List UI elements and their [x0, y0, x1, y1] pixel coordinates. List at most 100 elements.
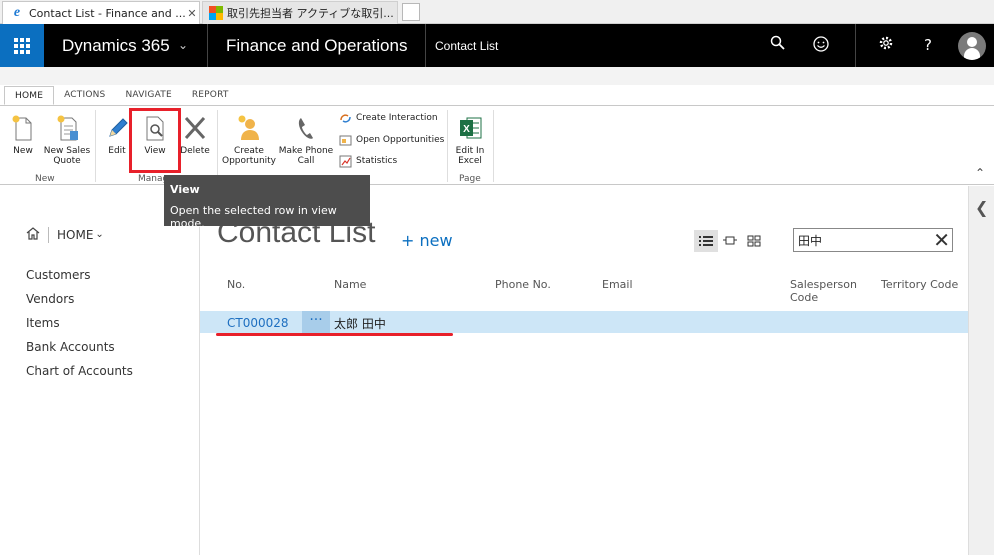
make-phone-call-label-1: Make Phone	[278, 146, 334, 156]
tooltip-title: View	[170, 183, 200, 196]
statistics-button[interactable]: Statistics	[339, 153, 397, 169]
annotation-underline	[216, 333, 453, 336]
nav-item-chart-of-accounts[interactable]: Chart of Accounts	[26, 364, 133, 378]
ribbon-tab-report[interactable]: REPORT	[182, 86, 239, 105]
row-menu-button[interactable]: ···	[302, 311, 330, 333]
header-divider	[425, 24, 426, 67]
main-content: Contact List + new 田中 ✕ No. Name Phone N…	[200, 186, 968, 555]
browser-tabstrip: e Contact List - Finance and ... ✕ 取引先担当…	[0, 0, 994, 24]
create-opportunity-button[interactable]: Create Opportunity	[222, 114, 276, 166]
pencil-icon	[104, 114, 130, 142]
chevron-down-icon[interactable]: ⌄	[178, 38, 188, 52]
ribbon-group-divider	[493, 110, 494, 182]
edit-button[interactable]: Edit	[103, 114, 131, 156]
ribbon-group-page-label: Page	[459, 174, 481, 184]
new-label: New	[13, 146, 33, 156]
details-view-icon[interactable]	[718, 230, 742, 252]
make-phone-call-button[interactable]: Make Phone Call	[278, 114, 334, 166]
tooltip-body: Open the selected row in view mode.	[170, 204, 337, 230]
column-header-no[interactable]: No.	[227, 278, 245, 291]
home-breadcrumb[interactable]: HOME ⌄	[26, 226, 104, 243]
interaction-icon	[339, 112, 352, 125]
new-button[interactable]: New	[8, 114, 38, 156]
column-header-name[interactable]: Name	[334, 278, 366, 291]
nav-item-vendors[interactable]: Vendors	[26, 292, 74, 306]
brand-name[interactable]: Dynamics 365	[62, 36, 170, 56]
new-tab-button[interactable]	[402, 3, 420, 21]
table-row[interactable]: CT000028 ··· 太郎 田中	[200, 311, 968, 333]
open-opportunities-label: Open Opportunities	[356, 135, 445, 145]
column-header-salesperson-1: Salesperson	[790, 278, 857, 291]
module-name: Finance and Operations	[226, 36, 408, 55]
create-opportunity-label-2: Opportunity	[222, 156, 277, 166]
close-tab-icon[interactable]: ✕	[185, 7, 199, 20]
nav-item-items[interactable]: Items	[26, 316, 60, 330]
create-interaction-label: Create Interaction	[356, 113, 438, 123]
ribbon-tab-navigate[interactable]: NAVIGATE	[115, 86, 181, 105]
delete-button[interactable]: Delete	[180, 114, 210, 156]
new-document-icon	[10, 114, 36, 142]
ribbon-group-divider	[447, 110, 448, 182]
column-header-territory[interactable]: Territory Code	[881, 278, 958, 291]
left-navigation: HOME ⌄ Customers Vendors Items Bank Acco…	[0, 186, 200, 555]
clear-search-icon[interactable]: ✕	[933, 229, 950, 251]
edit-label: Edit	[108, 146, 126, 156]
gear-icon[interactable]	[876, 35, 896, 55]
create-opportunity-label-1: Create	[234, 146, 264, 156]
phone-icon	[293, 114, 319, 142]
new-record-button[interactable]: + new	[401, 231, 453, 250]
nav-item-bank-accounts[interactable]: Bank Accounts	[26, 340, 115, 354]
ribbon-tab-actions[interactable]: ACTIONS	[54, 86, 115, 105]
browser-tab-title: 取引先担当者 アクティブな取引...	[227, 7, 394, 20]
feedback-smiley-icon[interactable]	[811, 35, 831, 55]
edit-in-excel-button[interactable]: X Edit In Excel	[454, 114, 486, 166]
app-header: Dynamics 365 ⌄ Finance and Operations Co…	[0, 24, 994, 67]
ribbon-tabs: HOME ACTIONS NAVIGATE REPORT	[4, 86, 239, 105]
collapse-ribbon-icon[interactable]: ⌃	[975, 166, 985, 180]
delete-x-icon	[182, 114, 208, 142]
opportunity-person-icon	[236, 114, 262, 142]
column-header-phone[interactable]: Phone No.	[495, 278, 551, 291]
search-value: 田中	[798, 234, 823, 248]
view-tooltip: View Open the selected row in view mode.	[164, 175, 370, 230]
svg-text:X: X	[463, 124, 470, 135]
new-sales-quote-button[interactable]: New Sales Quote	[42, 114, 92, 166]
home-icon	[26, 226, 40, 243]
chevron-down-icon: ⌄	[95, 229, 104, 240]
view-button-highlight	[129, 108, 181, 173]
contact-no-link[interactable]: CT000028	[227, 316, 289, 330]
header-divider	[855, 24, 856, 67]
waffle-icon	[14, 37, 30, 54]
list-view-icon[interactable]	[694, 230, 718, 252]
ribbon-group-new-label: New	[35, 174, 55, 184]
tile-view-icon[interactable]	[742, 230, 766, 252]
create-interaction-button[interactable]: Create Interaction	[339, 110, 438, 126]
column-header-salesperson[interactable]: Salesperson Code	[790, 278, 857, 304]
ribbon-group-divider	[95, 110, 96, 182]
search-input[interactable]: 田中 ✕	[793, 228, 953, 252]
open-opportunities-button[interactable]: Open Opportunities	[339, 132, 444, 148]
ribbon-group-divider	[217, 110, 218, 182]
browser-tab-title: Contact List - Finance and ...	[29, 6, 185, 20]
statistics-chart-icon	[339, 155, 352, 168]
browser-tab-contact-list[interactable]: e Contact List - Finance and ... ✕	[2, 1, 200, 24]
header-divider	[207, 24, 208, 67]
new-sales-quote-label-1: New Sales	[43, 146, 91, 156]
page-name: Contact List	[435, 39, 499, 53]
edit-in-excel-label-1: Edit In	[455, 146, 485, 156]
browser-tab-crm[interactable]: 取引先担当者 アクティブな取引...	[202, 1, 398, 24]
help-icon[interactable]: ?	[918, 35, 938, 55]
make-phone-call-label-2: Call	[297, 156, 315, 166]
edit-in-excel-label-2: Excel	[458, 156, 482, 166]
breadcrumb-divider	[48, 226, 49, 243]
contact-name: 太郎 田中	[334, 317, 386, 331]
column-header-email[interactable]: Email	[602, 278, 633, 291]
internet-explorer-icon: e	[13, 5, 21, 20]
nav-item-customers[interactable]: Customers	[26, 268, 91, 282]
avatar[interactable]	[958, 32, 986, 60]
excel-icon: X	[457, 114, 483, 142]
app-launcher-button[interactable]	[0, 24, 44, 67]
search-icon[interactable]	[768, 35, 788, 55]
chevron-left-icon[interactable]: ❮	[975, 198, 988, 217]
ribbon-tab-home[interactable]: HOME	[4, 86, 55, 105]
